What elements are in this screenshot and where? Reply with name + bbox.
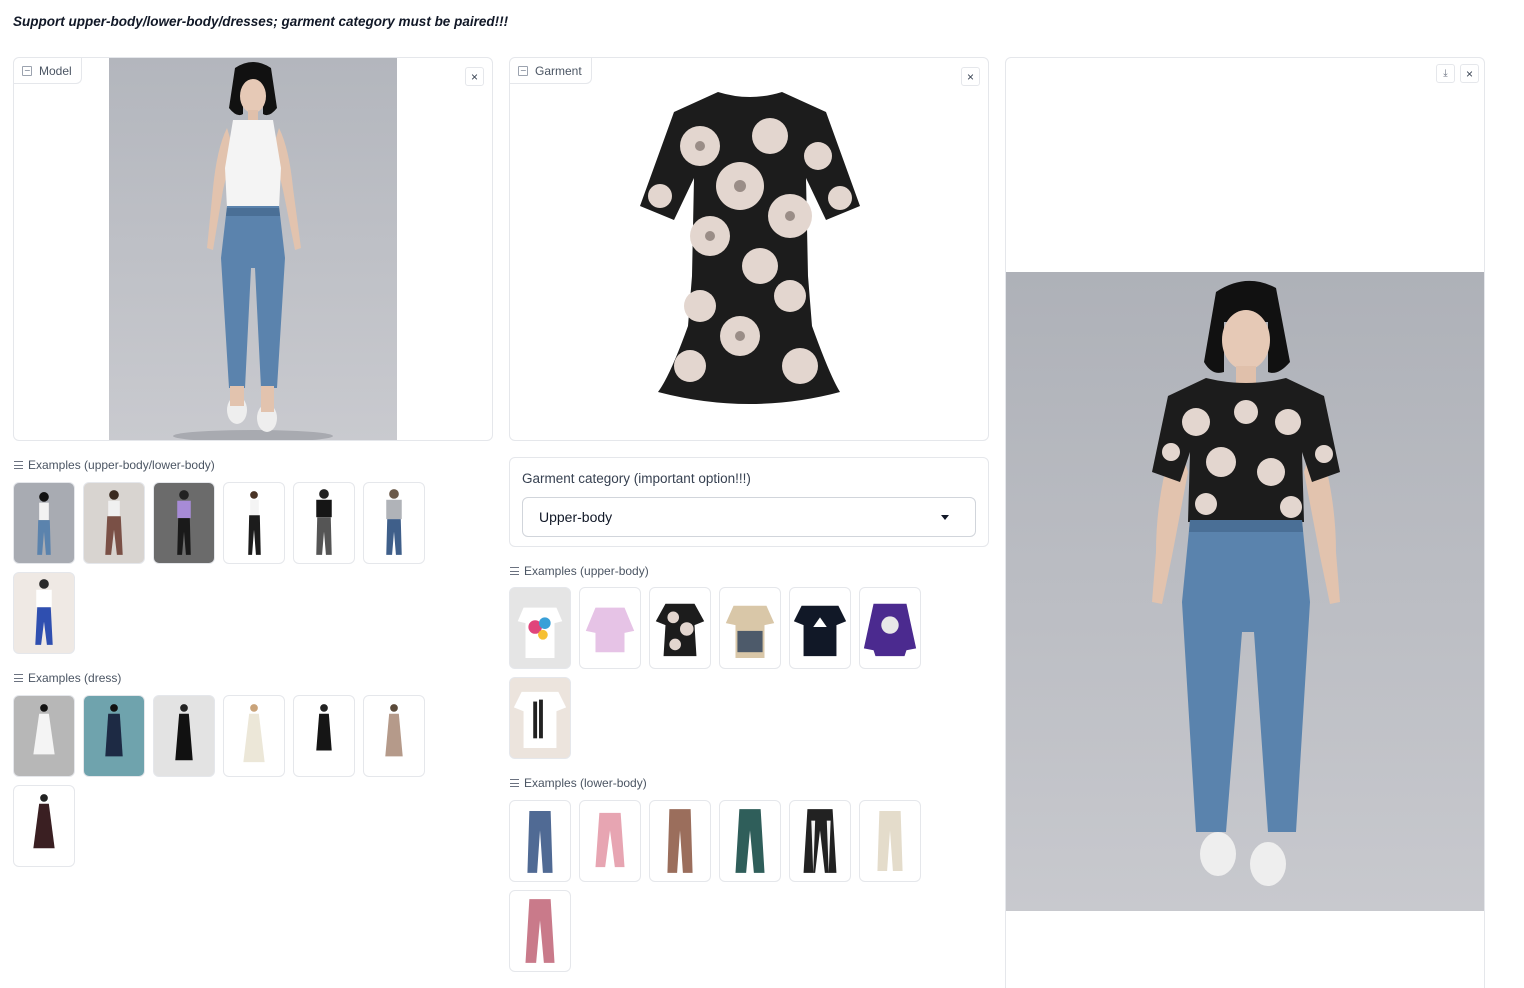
model-label-text: Model bbox=[39, 63, 72, 78]
image-icon bbox=[22, 65, 32, 76]
download-icon: ⤓ bbox=[1443, 68, 1448, 79]
chevron-down-icon bbox=[941, 515, 949, 520]
example-dress-thumb[interactable] bbox=[13, 695, 75, 777]
model-photo bbox=[109, 58, 397, 440]
example-model-thumb[interactable] bbox=[13, 572, 75, 654]
examples-dress-title-text: Examples (dress) bbox=[28, 671, 122, 685]
example-lower-thumb[interactable] bbox=[789, 800, 851, 882]
example-upper-thumb[interactable] bbox=[719, 587, 781, 669]
example-lower-thumb[interactable] bbox=[579, 800, 641, 882]
example-lower-thumb[interactable] bbox=[719, 800, 781, 882]
result-close-button[interactable]: × bbox=[1460, 64, 1479, 83]
example-lower-thumb[interactable] bbox=[649, 800, 711, 882]
example-upper-thumb[interactable] bbox=[859, 587, 921, 669]
image-icon bbox=[518, 65, 528, 76]
example-model-thumb[interactable] bbox=[83, 482, 145, 564]
result-photo bbox=[1006, 272, 1484, 911]
garment-label-text: Garment bbox=[535, 63, 582, 78]
garment-image-panel[interactable]: Garment × bbox=[509, 57, 989, 441]
example-upper-thumb[interactable] bbox=[509, 677, 571, 759]
examples-lower-title-text: Examples (lower-body) bbox=[524, 776, 647, 790]
examples-lower-title: Examples (lower-body) bbox=[510, 776, 647, 790]
result-image-panel: ⤓ × bbox=[1005, 57, 1485, 988]
example-model-thumb[interactable] bbox=[293, 482, 355, 564]
list-icon bbox=[510, 567, 519, 575]
example-model-thumb[interactable] bbox=[153, 482, 215, 564]
garment-category-select[interactable]: Upper-body bbox=[522, 497, 976, 537]
example-dress-thumb[interactable] bbox=[293, 695, 355, 777]
example-dress-thumb[interactable] bbox=[83, 695, 145, 777]
example-lower-thumb[interactable] bbox=[509, 890, 571, 972]
example-lower-thumb[interactable] bbox=[859, 800, 921, 882]
examples-upper-title-text: Examples (upper-body) bbox=[524, 564, 649, 578]
download-button[interactable]: ⤓ bbox=[1436, 64, 1455, 83]
examples-models-title: Examples (upper-body/lower-body) bbox=[14, 458, 215, 472]
example-model-thumb[interactable] bbox=[363, 482, 425, 564]
garment-close-button[interactable]: × bbox=[961, 67, 980, 86]
example-upper-thumb[interactable] bbox=[509, 587, 571, 669]
example-model-thumb[interactable] bbox=[13, 482, 75, 564]
example-dress-thumb[interactable] bbox=[363, 695, 425, 777]
notice-text: Support upper-body/lower-body/dresses; g… bbox=[13, 14, 509, 29]
garment-category-box: Garment category (important option!!!) U… bbox=[509, 457, 989, 547]
example-dress-thumb[interactable] bbox=[153, 695, 215, 777]
model-close-button[interactable]: × bbox=[465, 67, 484, 86]
example-upper-thumb[interactable] bbox=[579, 587, 641, 669]
list-icon bbox=[510, 779, 519, 787]
model-label: Model bbox=[14, 58, 82, 84]
example-dress-thumb[interactable] bbox=[13, 785, 75, 867]
example-lower-thumb[interactable] bbox=[509, 800, 571, 882]
garment-category-value: Upper-body bbox=[539, 509, 613, 525]
example-upper-thumb[interactable] bbox=[649, 587, 711, 669]
examples-upper-title: Examples (upper-body) bbox=[510, 564, 649, 578]
model-image-panel[interactable]: Model × bbox=[13, 57, 493, 441]
list-icon bbox=[14, 674, 23, 682]
close-icon: × bbox=[966, 69, 974, 84]
example-model-thumb[interactable] bbox=[223, 482, 285, 564]
example-upper-thumb[interactable] bbox=[789, 587, 851, 669]
examples-models-title-text: Examples (upper-body/lower-body) bbox=[28, 458, 215, 472]
garment-label: Garment bbox=[510, 58, 592, 84]
garment-category-label: Garment category (important option!!!) bbox=[522, 471, 751, 486]
list-icon bbox=[14, 461, 23, 469]
examples-dress-title: Examples (dress) bbox=[14, 671, 121, 685]
example-dress-thumb[interactable] bbox=[223, 695, 285, 777]
close-icon: × bbox=[1465, 66, 1473, 81]
garment-photo bbox=[640, 92, 860, 404]
close-icon: × bbox=[470, 69, 478, 84]
